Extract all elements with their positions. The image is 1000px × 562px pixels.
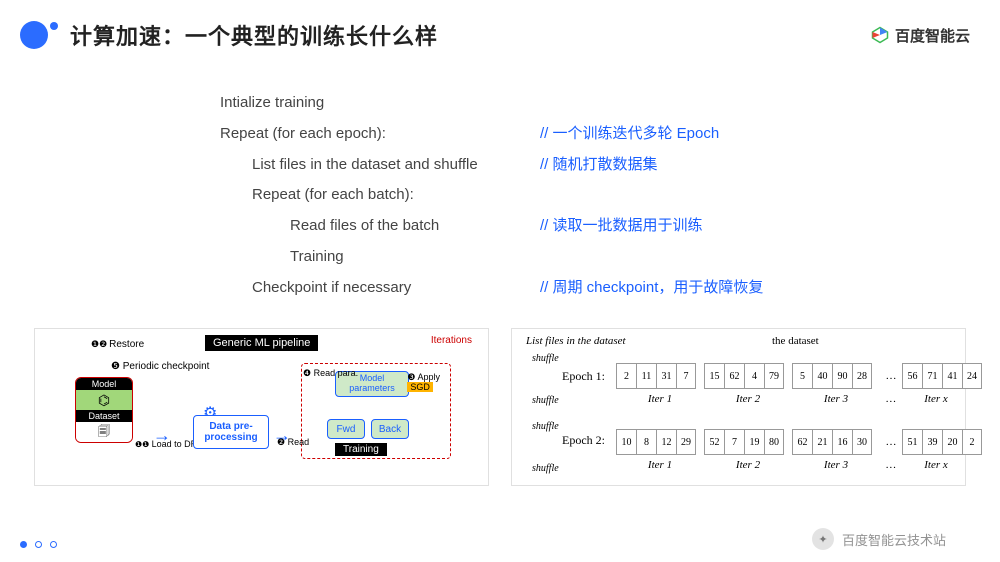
storage-stack: Model ⌬ Dataset 🗐 (75, 377, 133, 443)
diagrams-row: Generic ML pipeline Iterations Restore P… (34, 328, 966, 486)
shuffle-label: shuffle (532, 421, 559, 432)
pager-dot[interactable] (50, 541, 57, 548)
pseudo-line: Repeat (for each epoch): (220, 119, 540, 150)
watermark-text: 百度智能云技术站 (842, 530, 946, 549)
periodic-checkpoint-label: Periodic checkpoint (111, 361, 209, 372)
dataset-icon: 🗐 (76, 422, 132, 442)
fwd-box: Fwd (327, 419, 365, 439)
pseudocode: Intialize training Repeat (for each epoc… (220, 88, 1000, 303)
title-bullet-icon (20, 18, 54, 52)
pager-dot[interactable] (35, 541, 42, 548)
iterations-label: Iterations (431, 335, 472, 346)
wechat-icon: ✦ (812, 528, 834, 550)
pseudo-line: Intialize training (220, 88, 540, 119)
title-wrap: 计算加速：一个典型的训练长什么样 (20, 18, 438, 52)
read-para-label: Read para. (303, 369, 358, 379)
pseudo-comment: // 读取一批数据用于训练 (540, 211, 703, 242)
apply-sgd-label: ApplySGD (407, 373, 440, 393)
pseudo-line: Read files of the batch (220, 211, 540, 242)
list-files-label: List files in the dataset (526, 335, 626, 347)
brand: 百度智能云 (871, 25, 970, 46)
pseudo-comment: // 周期 checkpoint，用于故障恢复 (540, 273, 763, 304)
shuffle-label: shuffle (532, 395, 559, 406)
brand-text: 百度智能云 (895, 25, 970, 46)
arrow-icon: → (273, 425, 291, 446)
iter-labels-1: Iter 1 Iter 2 Iter 3 … Iter x (616, 393, 970, 405)
pseudo-line: Checkpoint if necessary (220, 273, 540, 304)
pipeline-title: Generic ML pipeline (205, 335, 318, 351)
back-box: Back (371, 419, 409, 439)
epoch-panel: List files in the dataset the dataset sh… (511, 328, 966, 486)
header: 计算加速：一个典型的训练长什么样 百度智能云 (0, 0, 1000, 60)
epoch2-cells: 1081229 5271980 62211630 … 5139202 (616, 429, 982, 455)
shuffle-label: shuffle (532, 463, 559, 474)
arrow-icon: → (153, 425, 171, 446)
pipeline-panel: Generic ML pipeline Iterations Restore P… (34, 328, 489, 486)
pseudo-comment: // 一个训练迭代多轮 Epoch (540, 119, 719, 150)
dataset-label: Dataset (76, 410, 132, 422)
model-icon: ⌬ (76, 390, 132, 410)
preprocessing-box: Data pre-processing (193, 415, 269, 449)
shuffle-label: shuffle (532, 353, 559, 364)
dataset-heading: the dataset (772, 335, 819, 347)
pager (20, 541, 57, 548)
brand-logo-icon (871, 26, 889, 44)
pseudo-comment: // 随机打散数据集 (540, 150, 658, 181)
training-label: Training (335, 443, 387, 456)
pseudo-line: Training (220, 242, 540, 273)
pager-dot[interactable] (20, 541, 27, 548)
pseudo-line: Repeat (for each batch): (220, 180, 540, 211)
epoch2-label: Epoch 2: (562, 433, 605, 448)
watermark: ✦ 百度智能云技术站 (812, 528, 946, 550)
epoch1-label: Epoch 1: (562, 369, 605, 384)
model-label: Model (76, 378, 132, 390)
iter-labels-2: Iter 1 Iter 2 Iter 3 … Iter x (616, 459, 970, 471)
epoch1-cells: 211317 1562479 5409028 … 56714124 (616, 363, 982, 389)
pseudo-line: List files in the dataset and shuffle (220, 150, 540, 181)
page-title: 计算加速：一个典型的训练长什么样 (70, 19, 438, 51)
restore-label: Restore (91, 339, 144, 350)
